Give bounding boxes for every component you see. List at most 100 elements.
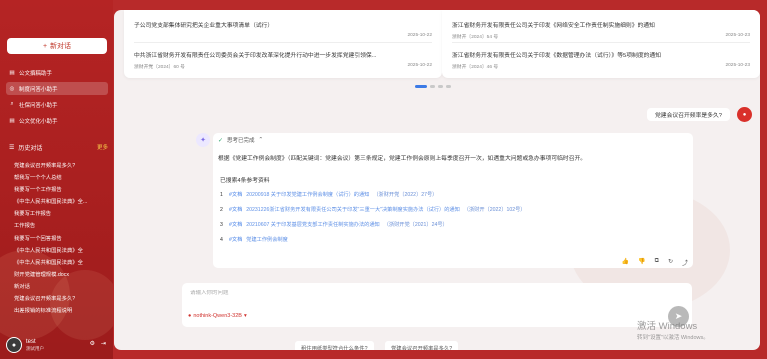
suggestion-chip[interactable]: 租住用纸类型符合什么条件? — [295, 341, 374, 350]
document-source: 浙财开党〔2024〕60 号 — [134, 65, 185, 70]
history-item[interactable]: 《中华人民共和国民法典》全 — [14, 245, 106, 257]
nav-item-label: 公文优化小助手 — [19, 118, 58, 125]
nav-item-label: 社保问答小助手 — [19, 102, 58, 109]
history-more-link[interactable]: 更多 — [97, 143, 108, 151]
document-source: 浙财开〔2024〕54 号 — [452, 35, 499, 40]
suggestion-chip[interactable]: 党建会议召开频率是多久? — [385, 341, 459, 350]
model-icon: ● — [188, 313, 192, 319]
main-panel: 子公司党支部集体研究把关企业重大事项清单（试行） 2025-10-22 中共浙江… — [114, 10, 760, 350]
history-item[interactable]: 《中华人民共和国民法典》全 — [14, 257, 106, 269]
chevron-down-icon: ▾ — [243, 313, 247, 319]
document-title: 浙江省财务开发有限责任公司关于印发《数据管理办法（试行）》等5项制度的通知 — [452, 53, 662, 59]
history-item[interactable]: 我要写一个工作报告 — [14, 184, 106, 196]
reference-tag: #文档 — [229, 237, 243, 243]
user-name: test — [26, 338, 36, 345]
reference-tag: #文档 — [229, 207, 243, 213]
watermark-subtitle: 转到"设置"以激活 Windows。 — [637, 335, 709, 341]
history-icon: ☰ — [9, 145, 15, 151]
history-item[interactable]: 党建会议召开频率是多久? — [14, 293, 106, 305]
thumbs-down-icon[interactable]: 👎 — [638, 258, 645, 267]
reference-item[interactable]: 1 #文档 20200918 关于印发党建工作例会制度（试行）的通知 （浙财开党… — [220, 191, 438, 199]
history-item[interactable]: 财开党建管理规模.docx — [14, 269, 106, 281]
answer-toolbar: 👍 👎 ⧉ ↻ ⤴ — [622, 258, 688, 267]
answer-text: 根据《党建工作例会制度》（匹配关键词：党建会议）第三条规定，党建工作例会原则上每… — [218, 156, 587, 162]
sidebar: + 新对话 ▤ 公文撰稿助手 ◎ 制度问答小助手 ⌕ 社保问答小助手 ▤ 公文优… — [0, 0, 113, 359]
nav-item-social-security-qa[interactable]: ⌕ 社保问答小助手 — [6, 98, 108, 111]
reference-number: 1 — [220, 191, 223, 198]
document-entry[interactable]: 子公司党支部集体研究把关企业重大事项清单（试行） 2025-10-22 — [134, 20, 432, 38]
document-date: 2025-10-23 — [725, 63, 750, 68]
document-card[interactable]: 子公司党支部集体研究把关企业重大事项清单（试行） 2025-10-22 中共浙江… — [124, 10, 442, 78]
logout-icon[interactable]: ⇥ — [101, 340, 106, 347]
model-selector[interactable]: ● nothink-Qwen3-32B ▾ — [188, 313, 247, 319]
plus-icon: + — [42, 42, 48, 50]
new-chat-label: 新对话 — [50, 43, 72, 50]
history-item[interactable]: 工作报告 — [14, 220, 106, 232]
document-entry[interactable]: 浙江省财务开发有限责任公司关于印发《数据管理办法（试行）》等5项制度的通知 浙财… — [452, 50, 750, 70]
carousel-pagination — [415, 85, 451, 88]
avatar[interactable]: ● — [6, 337, 22, 353]
carousel-dot[interactable] — [446, 85, 451, 88]
history-item[interactable]: 我要写工作报告 — [14, 208, 106, 220]
new-chat-button[interactable]: + 新对话 — [7, 38, 107, 54]
reference-meta: （浙财开〔2022〕102号） — [463, 207, 526, 213]
references-header: 已搜索4条参考资料 — [220, 178, 270, 184]
history-item[interactable]: 帮我写一个个人总结 — [14, 172, 106, 184]
carousel-dot[interactable] — [438, 85, 443, 88]
carousel-dot-active[interactable] — [415, 85, 427, 88]
check-icon: ✓ — [218, 137, 224, 144]
carousel-dot[interactable] — [430, 85, 435, 88]
document-date: 2025-10-23 — [725, 33, 750, 38]
nav-item-document-writing[interactable]: ▤ 公文撰稿助手 — [6, 66, 108, 79]
user-avatar-icon: ● — [737, 107, 752, 122]
share-icon[interactable]: ⤴ — [682, 258, 688, 267]
reference-item[interactable]: 3 #文档 20210607 关于印发基层党支部工作责任制实施办法的通知 （浙财… — [220, 221, 448, 229]
settings-icon[interactable]: ⚙ — [90, 340, 95, 347]
document-entry[interactable]: 浙江省财务开发有限责任公司关于印发《网络安全工作责任制实施细则》的通知 浙财开〔… — [452, 20, 750, 40]
history-item[interactable]: 我要写一个回答报告 — [14, 233, 106, 245]
reference-meta: （浙财开党〔2022〕27号） — [373, 192, 438, 198]
reference-item[interactable]: 2 #文档 20231226浙江省财务开发有限责任公司关于印发"三重一大"决策制… — [220, 206, 526, 214]
nav-item-label: 公文撰稿助手 — [19, 70, 53, 77]
copy-icon[interactable]: ⧉ — [655, 258, 659, 267]
document-source: 浙财开〔2024〕46 号 — [452, 65, 499, 70]
document-card[interactable]: 浙江省财务开发有限责任公司关于印发《网络安全工作责任制实施细则》的通知 浙财开〔… — [442, 10, 760, 78]
user-role: 测试用户 — [26, 345, 44, 351]
history-list: 党建会议召开频率是多久? 帮我写一个个人总结 我要写一个工作报告 《中华人民共和… — [14, 160, 106, 317]
thumbs-up-icon[interactable]: 👍 — [622, 258, 629, 267]
nav-item-label: 制度问答小助手 — [19, 86, 58, 93]
reference-title[interactable]: 20231226浙江省财务开发有限责任公司关于印发"三重一大"决策制度实施办法（… — [246, 206, 460, 213]
reference-item[interactable]: 4 #文档 党建工作例会制度 — [220, 236, 292, 244]
divider — [452, 42, 750, 43]
user-profile[interactable]: ● test 测试用户 ⚙ ⇥ — [6, 336, 108, 354]
reference-title[interactable]: 20200918 关于印发党建工作例会制度（试行）的通知 — [246, 191, 369, 198]
question-input[interactable] — [190, 290, 670, 296]
nav-item-policy-qa[interactable]: ◎ 制度问答小助手 — [6, 82, 108, 95]
history-item[interactable]: 出差报销的标准流程说明 — [14, 305, 106, 317]
document-icon: ▤ — [9, 69, 15, 76]
thinking-status[interactable]: ✓ 思考已完成 ⌃ — [218, 136, 263, 144]
document-entry[interactable]: 中共浙江省财务开发有限责任公司委员会关于印发改革深化提升行动中进一步发挥党建引领… — [134, 50, 432, 70]
document-title: 中共浙江省财务开发有限责任公司委员会关于印发改革深化提升行动中进一步发挥党建引领… — [134, 53, 377, 59]
reference-title[interactable]: 20210607 关于印发基层党支部工作责任制实施办法的通知 — [246, 221, 379, 228]
divider — [134, 42, 432, 43]
document-date: 2025-10-22 — [407, 63, 432, 68]
reference-meta: （浙财开党〔2021〕24号） — [383, 222, 448, 228]
history-item[interactable]: 党建会议召开频率是多久? — [14, 160, 106, 172]
reference-tag: #文档 — [229, 192, 243, 198]
regenerate-icon[interactable]: ↻ — [668, 258, 673, 267]
reference-number: 4 — [220, 236, 223, 243]
reference-title[interactable]: 党建工作例会制度 — [246, 236, 288, 243]
nav-item-document-optimize[interactable]: ▤ 公文优化小助手 — [6, 114, 108, 127]
model-name: nothink-Qwen3-32B — [193, 313, 242, 319]
document-date: 2025-10-22 — [407, 33, 432, 38]
assistant-answer-card: ✓ 思考已完成 ⌃ 根据《党建工作例会制度》（匹配关键词：党建会议）第三条规定，… — [213, 133, 693, 268]
user-message-bubble: 党建会议召开频率是多久? — [647, 108, 730, 121]
document-icon: ▤ — [9, 117, 15, 124]
chevron-up-icon[interactable]: ⌃ — [259, 137, 264, 143]
history-item[interactable]: 《中华人民共和国民法典》全... — [14, 196, 106, 208]
history-item[interactable]: 新对话 — [14, 281, 106, 293]
assistant-avatar-icon: ✦ — [196, 133, 210, 147]
history-header: ☰ 历史对话 更多 — [6, 143, 108, 152]
reference-number: 2 — [220, 206, 223, 213]
